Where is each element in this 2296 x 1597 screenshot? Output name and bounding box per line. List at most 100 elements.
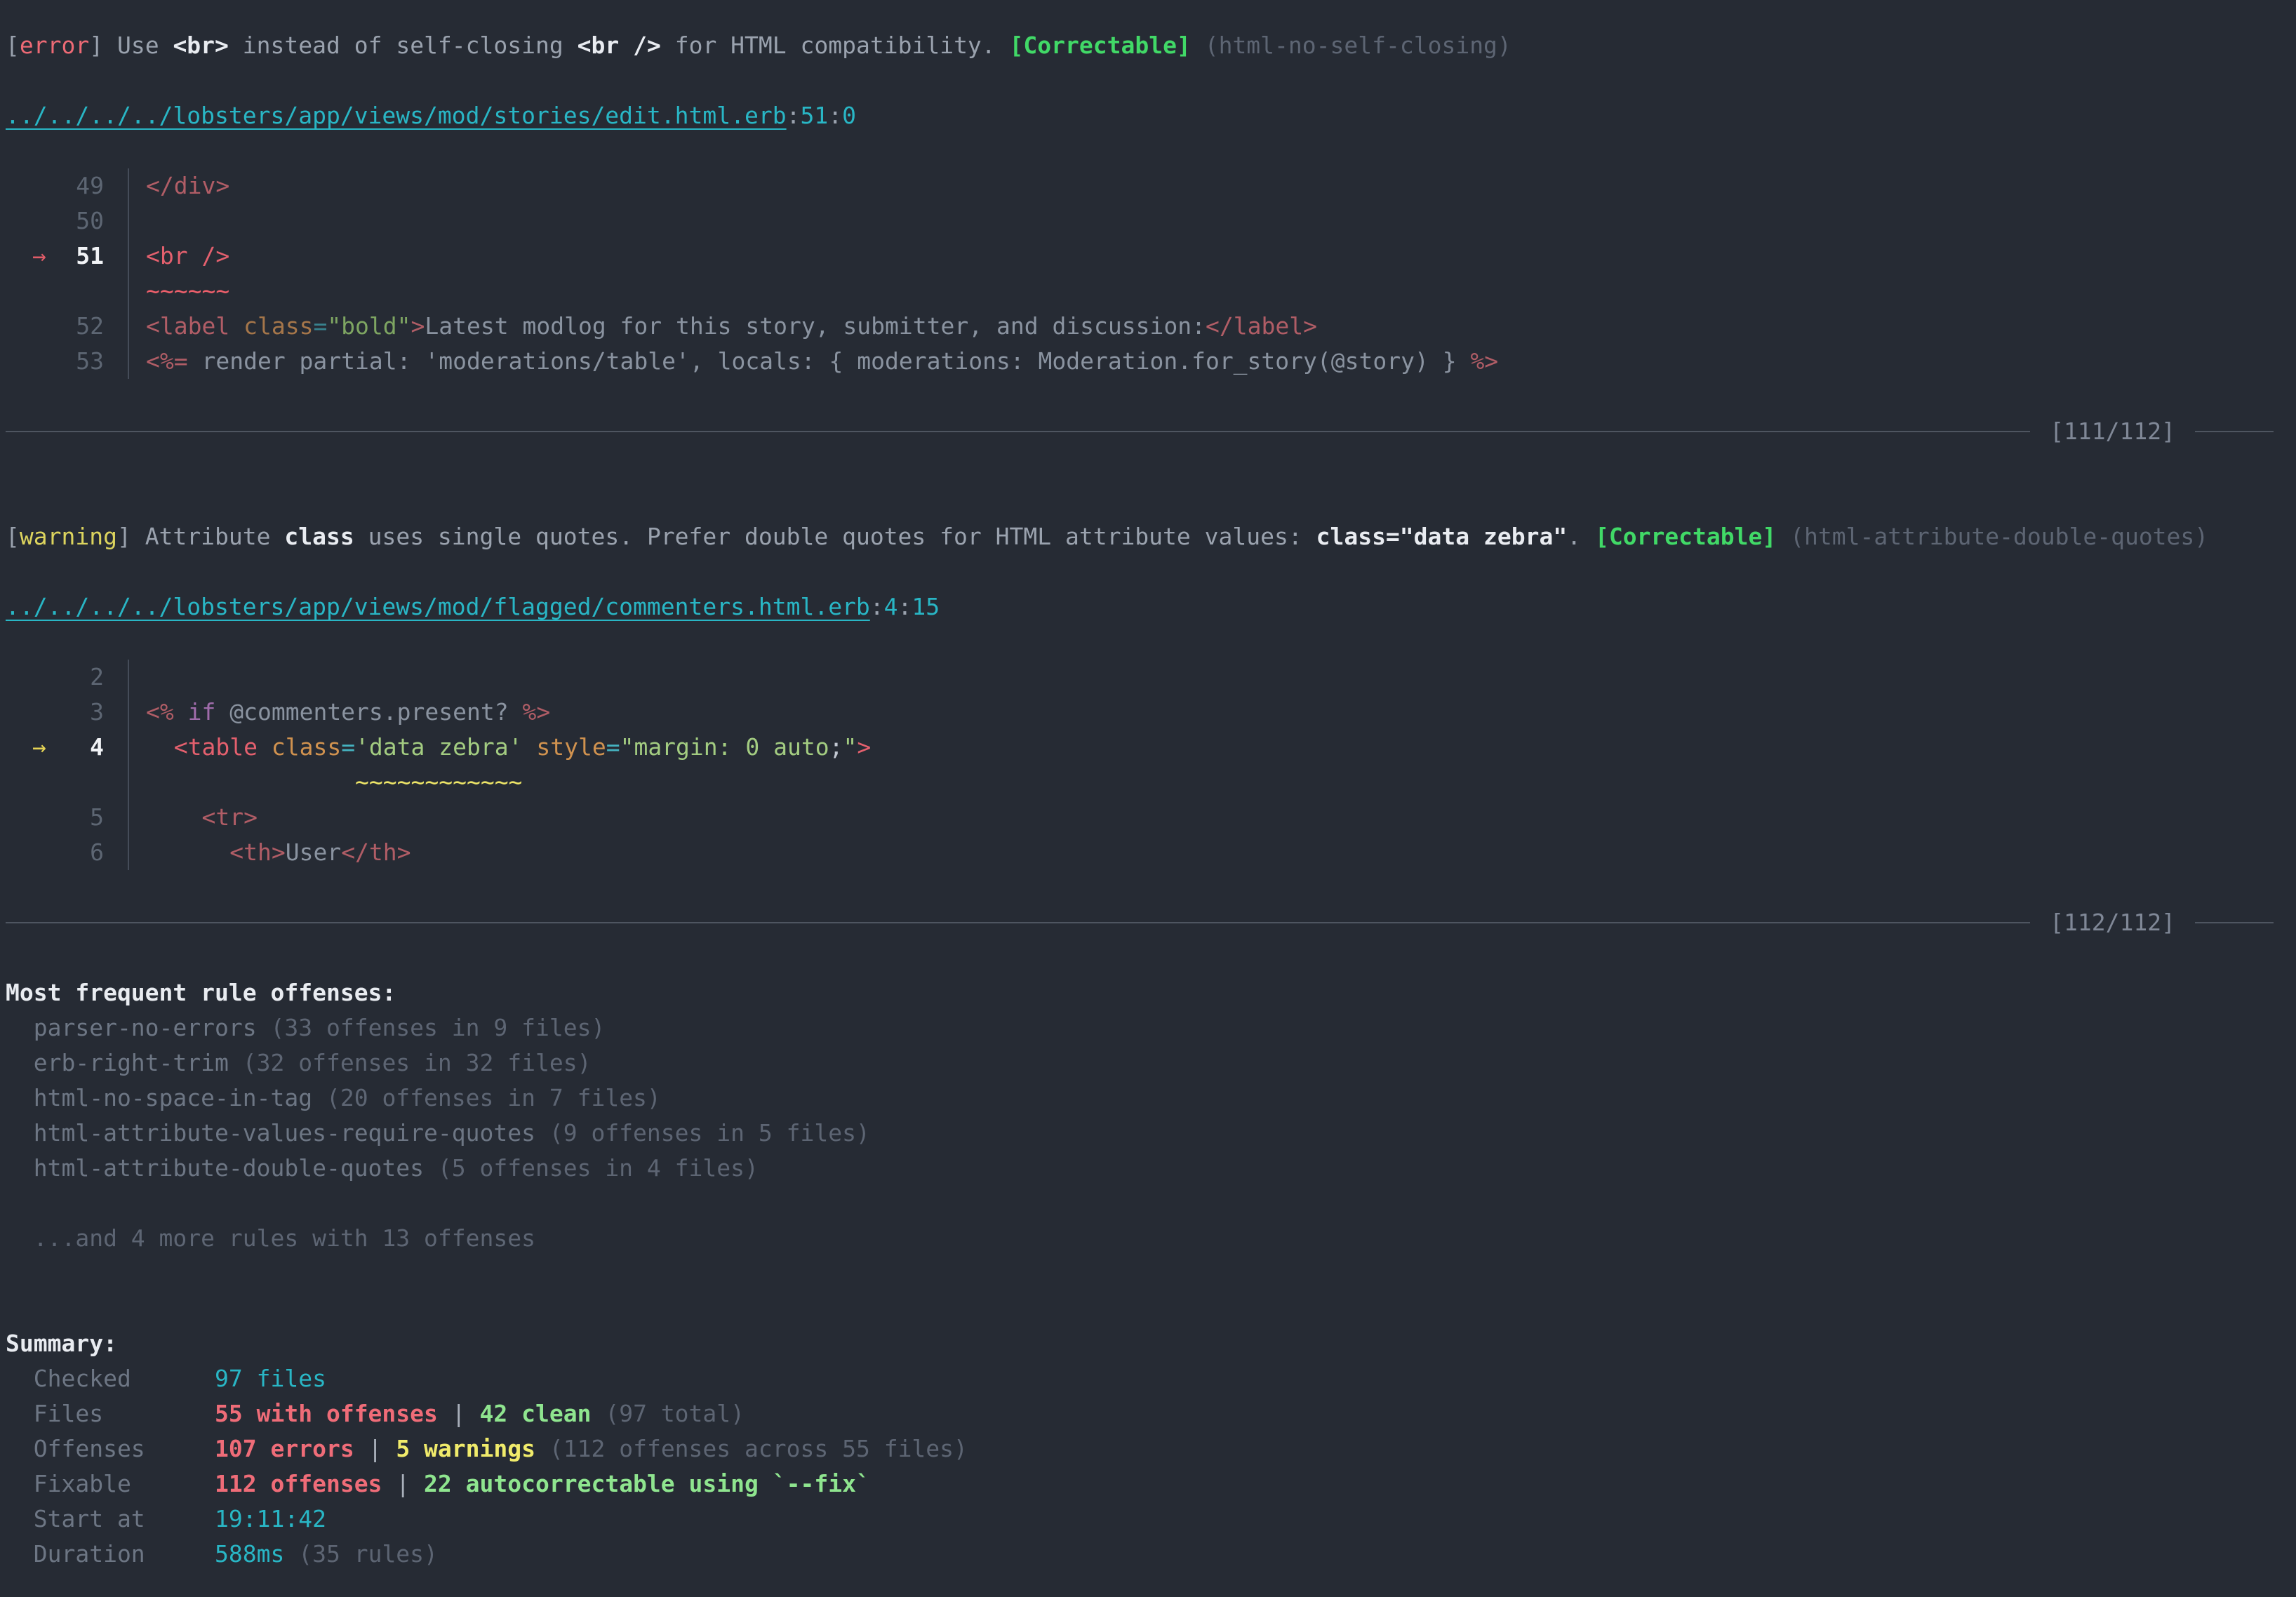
- blank-line: [6, 870, 2296, 905]
- text-segment: Start at: [6, 1505, 215, 1532]
- line-number: 4: [90, 733, 104, 761]
- gutter: →4: [6, 730, 104, 765]
- text-segment: |: [438, 1400, 480, 1427]
- text-segment: .: [1567, 523, 1595, 550]
- text-segment: ": [843, 733, 857, 761]
- line-number: 2: [90, 663, 104, 690]
- line-number: 50: [76, 207, 104, 234]
- text-segment: 0: [842, 102, 856, 129]
- line-number: 5: [90, 803, 104, 831]
- text-segment: Duration: [6, 1540, 215, 1568]
- text-segment: [146, 803, 201, 831]
- text-segment: 5 warnings: [396, 1435, 535, 1462]
- text-segment: :: [898, 593, 912, 620]
- text-segment: :: [828, 102, 842, 129]
- text-segment: instead of self-closing: [229, 32, 578, 59]
- text-segment: <table: [174, 733, 258, 761]
- text-segment: Latest modlog for this story, submitter,…: [425, 312, 1206, 340]
- text-segment: |: [354, 1435, 396, 1462]
- progress-counter: [111/112]: [2050, 414, 2175, 449]
- text-segment: Offenses: [6, 1435, 215, 1462]
- text-segment: ~~~~~~~~~~~~: [355, 768, 522, 796]
- gutter: 5: [6, 800, 104, 835]
- gutter: → 51: [6, 239, 104, 274]
- text-segment: 588ms: [215, 1540, 284, 1568]
- text-segment: <label: [146, 312, 229, 340]
- text-segment: <%: [146, 698, 174, 726]
- line-number: 53: [76, 347, 104, 375]
- text-segment: (33 offenses in 9 files): [271, 1014, 606, 1041]
- text-segment: Most frequent rule offenses:: [6, 979, 396, 1006]
- text-segment: for HTML compatibility.: [661, 32, 1010, 59]
- text-segment: (35 rules): [298, 1540, 438, 1568]
- text-segment: </div>: [146, 172, 229, 199]
- text-segment: html-attribute-double-quotes: [6, 1154, 438, 1182]
- blank-line: [6, 1291, 2296, 1326]
- line-number: 51: [76, 242, 104, 269]
- file-path-link-commenters-html-erb[interactable]: ../../../../lobsters/app/views/mod/flagg…: [6, 589, 2296, 624]
- summary-row-offenses: Offenses 107 errors | 5 warnings (112 of…: [6, 1431, 2296, 1466]
- text-segment: >: [857, 733, 871, 761]
- line-number: 3: [90, 698, 104, 726]
- text-segment: 55 with offenses: [215, 1400, 438, 1427]
- summary-row-duration: Duration 588ms (35 rules): [6, 1537, 2296, 1572]
- text-segment: if: [188, 698, 216, 726]
- code-content: <table class='data zebra' style="margin:…: [128, 730, 2296, 765]
- text-segment: class: [243, 312, 313, 340]
- text-segment: Checked: [6, 1365, 215, 1392]
- text-segment: (20 offenses in 7 files): [326, 1084, 661, 1111]
- code-content: [128, 203, 2296, 239]
- text-segment: </label>: [1206, 312, 1317, 340]
- divider-line-left: [6, 922, 2030, 923]
- text-segment: User: [286, 838, 341, 866]
- text-segment: ../../../../lobsters/app/views/mod/stori…: [6, 102, 787, 129]
- code-line-6: 6 <th>User</th>: [6, 835, 2296, 870]
- summary-heading: Summary:: [6, 1326, 2296, 1361]
- blank-line: [6, 449, 2296, 484]
- summary-row-files: Files 55 with offenses | 42 clean (97 to…: [6, 1396, 2296, 1431]
- text-segment: <br />: [146, 242, 229, 269]
- summary-row-checked: Checked 97 files: [6, 1361, 2296, 1396]
- text-segment: (32 offenses in 32 files): [243, 1049, 592, 1076]
- text-segment: >: [411, 312, 425, 340]
- code-line-53: 53<%= render partial: 'moderations/table…: [6, 344, 2296, 379]
- text-segment: =: [341, 733, 355, 761]
- text-segment: (9 offenses in 5 files): [549, 1119, 870, 1147]
- text-segment: html-no-space-in-tag: [6, 1084, 326, 1111]
- code-content: ~~~~~~~~~~~~: [128, 765, 2296, 800]
- text-segment: [284, 1540, 298, 1568]
- text-segment: 'data zebra': [355, 733, 522, 761]
- blank-line: [6, 379, 2296, 414]
- text-segment: <%=: [146, 347, 188, 375]
- blank-line: [6, 554, 2296, 589]
- offense-pointer-arrow-icon: →: [32, 239, 46, 274]
- text-segment: ] Use: [89, 32, 173, 59]
- text-segment: %>: [522, 698, 550, 726]
- code-content: <th>User</th>: [128, 835, 2296, 870]
- warning-message-line: [warning] Attribute class uses single qu…: [6, 519, 2296, 554]
- progress-divider-112: [112/112]: [6, 905, 2296, 940]
- blank-line: [6, 624, 2296, 660]
- text-segment: [: [6, 32, 20, 59]
- code-content: <br />: [128, 239, 2296, 274]
- progress-divider-111: [111/112]: [6, 414, 2296, 449]
- code-content: [128, 660, 2296, 695]
- divider-line-right: [2195, 922, 2274, 923]
- text-segment: 97 files: [215, 1365, 326, 1392]
- rule-offenses-heading: Most frequent rule offenses:: [6, 975, 2296, 1010]
- text-segment: ...and 4 more rules with 13 offenses: [6, 1224, 535, 1252]
- gutter: [6, 765, 104, 800]
- code-content: <label class="bold">Latest modlog for th…: [128, 309, 2296, 344]
- file-path-link-edit-html-erb[interactable]: ../../../../lobsters/app/views/mod/stori…: [6, 98, 2296, 133]
- text-segment: style: [536, 733, 606, 761]
- blank-line: [6, 63, 2296, 98]
- gutter: [6, 274, 104, 309]
- summary-row-start-at: Start at 19:11:42: [6, 1502, 2296, 1537]
- text-segment: (html-no-self-closing): [1205, 32, 1511, 59]
- gutter: 52: [6, 309, 104, 344]
- text-segment: [1776, 523, 1790, 550]
- line-number: 49: [76, 172, 104, 199]
- text-segment: [146, 733, 174, 761]
- text-segment: <th>: [229, 838, 285, 866]
- text-segment: [591, 1400, 605, 1427]
